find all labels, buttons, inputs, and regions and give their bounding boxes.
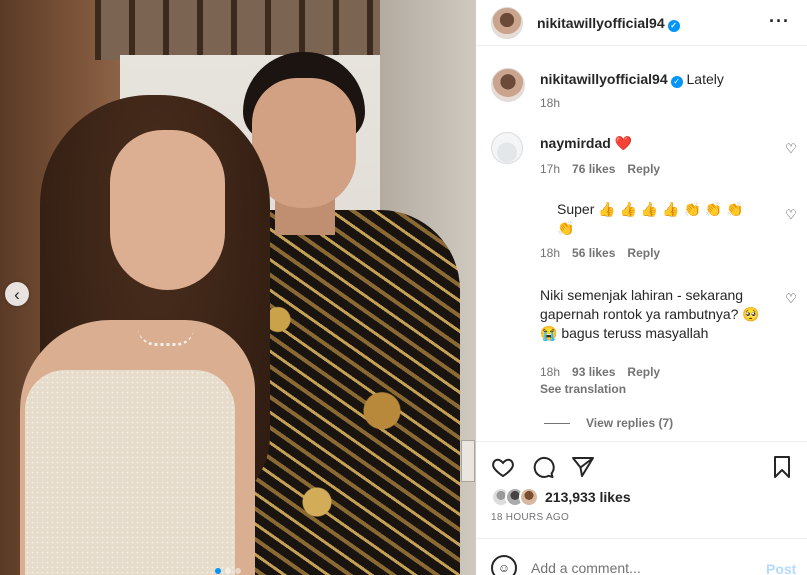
likes-row: 213,933 likes [491, 487, 631, 507]
author-username-text[interactable]: nikitawillyofficial94 [537, 15, 665, 31]
door-frame [95, 0, 395, 60]
heart-icon[interactable] [490, 455, 516, 481]
comment-body: naymirdad ❤️ [540, 134, 770, 153]
comment-age: 17h [540, 162, 561, 176]
carousel-dot [235, 568, 241, 574]
comment-likes[interactable]: 93 likes [572, 365, 615, 379]
verified-badge-icon: ✓ [670, 76, 683, 88]
comment-meta: 17h 76 likes Reply [540, 162, 660, 176]
woman-dress [25, 370, 235, 575]
woman-face [110, 130, 225, 290]
carousel-dot [225, 568, 231, 574]
more-options-icon[interactable]: ··· [769, 11, 790, 32]
verified-badge-icon: ✓ [667, 20, 680, 32]
heart-icon[interactable]: ♡ [784, 142, 798, 156]
heart-icon[interactable]: ♡ [784, 292, 798, 306]
caption-username[interactable]: nikitawillyofficial94 [540, 71, 668, 87]
comment-reply-button[interactable]: Reply [627, 365, 660, 379]
post-comment-button[interactable]: Post [766, 561, 796, 575]
comment-reply-button[interactable]: Reply [627, 246, 660, 260]
divider [476, 441, 807, 442]
divider [476, 538, 807, 539]
caption-text: Lately [686, 71, 724, 87]
replies-divider [544, 422, 570, 424]
post-photo[interactable]: ‹ [0, 0, 476, 575]
post-timestamp[interactable]: 18 HOURS AGO [491, 512, 569, 523]
emoji-icon[interactable]: ☺ [491, 555, 517, 575]
add-comment-input[interactable] [531, 560, 751, 575]
comment-meta: 18h 56 likes Reply [540, 246, 660, 260]
comment-username[interactable]: naymirdad [540, 135, 611, 151]
comment-likes[interactable]: 76 likes [572, 162, 615, 176]
see-translation-link[interactable]: See translation [540, 382, 626, 396]
caption-line: nikitawillyofficial94 ✓ Lately [540, 71, 724, 88]
post-header: nikitawillyofficial94 ✓ ··· [476, 0, 807, 46]
comment-body: Super 👍 👍 👍 👍 👏 👏 👏 👏 [557, 200, 747, 238]
comment-text: Super 👍 👍 👍 👍 👏 👏 👏 👏 [557, 201, 744, 236]
comment-likes[interactable]: 56 likes [572, 246, 615, 260]
comment-age: 18h [540, 246, 561, 260]
carousel-dot-active [215, 568, 221, 574]
caption-age: 18h [540, 96, 561, 110]
author-avatar[interactable] [491, 7, 523, 39]
light-switch [461, 440, 475, 482]
author-username[interactable]: nikitawillyofficial94 ✓ [537, 15, 680, 32]
caption-avatar[interactable] [491, 68, 525, 102]
view-replies-label[interactable]: View replies (7) [586, 416, 673, 430]
bookmark-icon[interactable] [769, 455, 795, 481]
send-icon[interactable] [570, 455, 596, 481]
comment-text: ❤️ [614, 135, 633, 151]
post-details-panel: nikitawillyofficial94 ✓ ··· nikitawillyof… [476, 0, 807, 575]
comment-avatar[interactable] [491, 132, 523, 164]
liker-avatar [519, 487, 539, 507]
comment-body: Niki semenjak lahiran - sekarang gaperna… [540, 286, 768, 343]
comment-text: Niki semenjak lahiran - sekarang gaperna… [540, 287, 760, 341]
view-replies-button[interactable]: View replies (7) [544, 416, 673, 430]
carousel-dots [215, 568, 241, 574]
comment-meta: 18h 93 likes Reply [540, 365, 660, 379]
comment-age: 18h [540, 365, 561, 379]
likes-count[interactable]: 213,933 likes [545, 489, 631, 505]
comment-icon[interactable] [530, 455, 556, 481]
chevron-left-icon[interactable]: ‹ [5, 282, 29, 306]
heart-icon[interactable]: ♡ [784, 208, 798, 222]
comment-reply-button[interactable]: Reply [627, 162, 660, 176]
